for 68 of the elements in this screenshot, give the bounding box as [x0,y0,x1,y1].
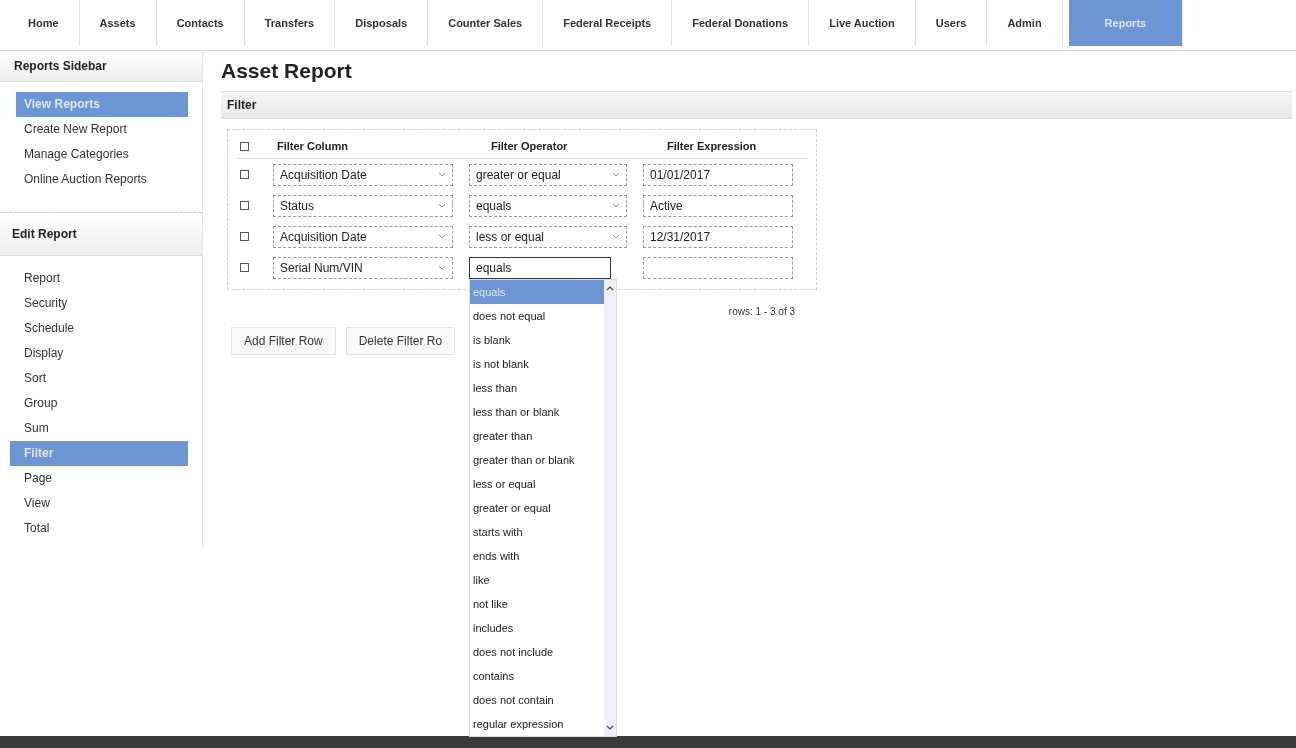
dropdown-option[interactable]: contains [470,663,604,688]
operator-select[interactable]: equals [469,194,627,217]
sidebar-link[interactable]: Sum [10,416,202,441]
pager-text: rows: 1 - 3 of 3 [728,306,795,317]
caret-icon [438,203,446,208]
dropdown-option[interactable]: less than or blank [470,399,604,424]
caret-icon [612,203,620,208]
checkbox[interactable] [240,170,249,179]
sidebar-link[interactable]: Display [10,341,202,366]
sidebar-link[interactable]: Manage Categories [16,142,202,167]
scrollbar[interactable] [604,279,616,736]
section-title: Filter [227,98,257,112]
scroll-down-icon[interactable] [606,724,614,730]
checkbox[interactable] [240,232,249,241]
column-header: Filter Column [276,140,349,152]
expression-field[interactable]: 01/01/2017 [643,163,793,186]
expression-field[interactable] [643,256,793,279]
operator-select[interactable]: greater or equal [469,163,627,186]
sidebar-link[interactable]: Schedule [10,316,202,341]
dropdown-option[interactable]: is blank [470,327,604,352]
dropdown-option[interactable]: like [470,567,604,592]
dropdown-option[interactable]: ends with [470,543,604,568]
dropdown-option[interactable]: greater or equal [470,495,604,520]
dropdown-option[interactable]: does not equal [470,303,604,328]
caret-icon [438,234,446,239]
sidebar-link[interactable]: View [10,491,202,516]
column-select[interactable]: Serial Num/VIN [273,256,453,279]
sidebar-link[interactable]: Create New Report [16,117,202,142]
dropdown-option[interactable]: not like [470,591,604,616]
dropdown-option[interactable]: does not contain [470,687,604,712]
dropdown-option[interactable]: less or equal [470,471,604,496]
sidebar-link[interactable]: Sort [10,366,202,391]
sidebar-link[interactable]: Online Auction Reports [16,167,202,192]
operator-select[interactable]: equals [469,256,611,279]
sidebar-link[interactable]: Group [10,391,202,416]
caret-icon [612,172,620,177]
column-select[interactable]: Acquisition Date [273,225,453,248]
dropdown-option[interactable]: includes [470,615,604,640]
expression-field[interactable]: Active [643,194,793,217]
action-button[interactable]: Add Filter Row [231,327,336,355]
dropdown-option[interactable]: greater than or blank [470,447,604,472]
caret-icon [438,172,446,177]
page-title: Asset Report [221,59,353,83]
column-header: Filter Operator [491,140,569,152]
caret-icon [612,234,620,239]
sidebar-link[interactable]: Security [10,291,202,316]
dropdown-option[interactable]: regular expression [470,711,604,736]
dropdown-option[interactable]: is not blank [470,351,604,376]
column-header: Filter Expression [667,140,757,152]
checkbox[interactable] [240,201,249,210]
checkbox[interactable] [240,263,249,272]
column-select[interactable]: Acquisition Date [273,163,453,186]
sidebar-link[interactable]: Page [10,466,202,491]
expression-field[interactable]: 12/31/2017 [643,225,793,248]
dropdown-option[interactable]: greater than [470,423,604,448]
dropdown-option[interactable]: does not include [470,639,604,664]
dropdown-option[interactable]: less than [470,375,604,400]
dropdown-option[interactable]: starts with [470,519,604,544]
sidebar-link[interactable]: Total [10,516,202,541]
scroll-up-icon[interactable] [606,285,614,291]
sidebar-title: Edit Report [12,227,77,241]
action-button[interactable]: Delete Filter Ro [345,327,456,355]
column-select[interactable]: Status [273,194,453,217]
sidebar-title: Reports Sidebar [14,59,107,73]
operator-select[interactable]: less or equal [469,225,627,248]
caret-icon [438,265,446,270]
sidebar-link[interactable]: Report [10,266,202,291]
checkbox[interactable] [240,141,249,151]
